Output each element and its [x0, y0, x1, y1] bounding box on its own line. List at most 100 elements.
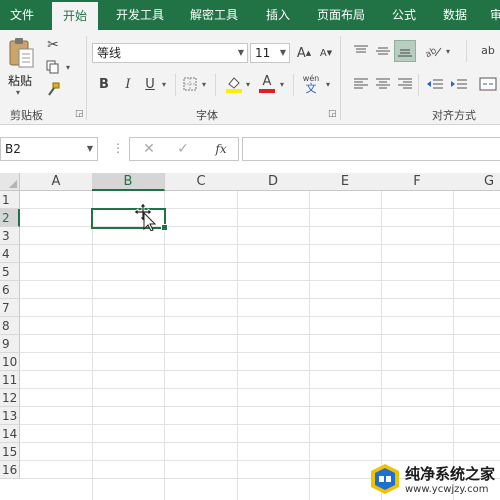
- watermark-url: www.ycwjzy.com: [405, 484, 489, 495]
- chevron-down-icon[interactable]: ▾: [162, 80, 166, 89]
- row-header-2[interactable]: 2: [0, 209, 20, 227]
- chevron-down-icon[interactable]: ▾: [16, 88, 20, 97]
- phonetic-bottom: 文: [305, 81, 317, 95]
- clipboard-group-label: 剪贴板: [10, 109, 43, 122]
- move-cursor-icon: [133, 202, 160, 234]
- column-header-a[interactable]: A: [20, 173, 93, 191]
- align-left-icon[interactable]: [352, 76, 370, 92]
- chevron-down-icon[interactable]: ▾: [326, 80, 330, 89]
- align-top-icon[interactable]: [352, 42, 370, 60]
- row-header-6[interactable]: 6: [0, 281, 20, 299]
- row-gridline: [20, 334, 500, 335]
- enter-icon[interactable]: ✓: [174, 140, 192, 158]
- shrink-font-icon[interactable]: A ▼: [318, 43, 334, 63]
- tab-decrypt-tools[interactable]: 解密工具: [182, 0, 246, 30]
- row-header-13[interactable]: 13: [0, 407, 20, 425]
- align-right-icon[interactable]: [396, 76, 414, 92]
- worksheet-grid[interactable]: ABCDEFG 1 2 3 4 5 6 7 8 9 10 11 12 13 14 15 16: [0, 173, 500, 500]
- column-header-e[interactable]: E: [309, 173, 382, 191]
- tab-page-layout[interactable]: 页面布局: [308, 0, 374, 30]
- row-header-14[interactable]: 14: [0, 425, 20, 443]
- align-bottom-icon[interactable]: [394, 40, 416, 62]
- select-all-button[interactable]: [0, 173, 20, 191]
- grow-font-icon[interactable]: A ▲: [296, 43, 312, 63]
- font-name-select[interactable]: 等线 ▼: [92, 43, 248, 63]
- merge-center-icon[interactable]: [478, 76, 498, 92]
- tab-review[interactable]: 审: [484, 0, 500, 30]
- tab-file[interactable]: 文件: [0, 0, 44, 30]
- orientation-icon[interactable]: ab: [424, 42, 444, 60]
- format-painter-icon[interactable]: [44, 80, 62, 98]
- row-header-1[interactable]: 1: [0, 191, 20, 209]
- row-header-3[interactable]: 3: [0, 227, 20, 245]
- column-gridline: [453, 191, 454, 500]
- column-gridline: [309, 191, 310, 500]
- cancel-icon[interactable]: ✕: [140, 140, 158, 158]
- column-header-b[interactable]: B: [92, 173, 165, 191]
- drag-handle-icon[interactable]: ⋮: [112, 141, 124, 155]
- wrap-text-icon[interactable]: ab: [478, 40, 498, 60]
- align-center-icon[interactable]: [374, 76, 392, 92]
- cut-icon[interactable]: ✂: [44, 36, 62, 54]
- bold-button[interactable]: B: [96, 74, 112, 94]
- chevron-down-icon[interactable]: ▾: [202, 80, 206, 89]
- row-header-12[interactable]: 12: [0, 389, 20, 407]
- wrap-text-glyph: ab: [481, 43, 495, 57]
- dialog-launcher-icon[interactable]: ◲: [75, 109, 84, 119]
- decrease-indent-icon[interactable]: [426, 76, 444, 92]
- tab-data[interactable]: 数据: [434, 0, 476, 30]
- group-divider: [340, 36, 341, 120]
- svg-text:ab: ab: [425, 46, 439, 58]
- row-header-16[interactable]: 16: [0, 461, 20, 479]
- align-middle-icon[interactable]: [374, 42, 392, 60]
- borders-icon[interactable]: [182, 76, 198, 92]
- font-color-icon[interactable]: A: [258, 74, 276, 94]
- row-header-15[interactable]: 15: [0, 443, 20, 461]
- fill-color-icon[interactable]: [224, 74, 244, 94]
- dialog-launcher-icon[interactable]: ◲: [328, 109, 337, 119]
- phonetic-icon[interactable]: wén 文: [300, 72, 322, 96]
- divider: [466, 40, 467, 62]
- row-gridline: [20, 388, 500, 389]
- column-header-g[interactable]: G: [453, 173, 500, 191]
- chevron-down-icon[interactable]: ▾: [246, 80, 250, 89]
- row-header-8[interactable]: 8: [0, 317, 20, 335]
- font-size-select[interactable]: 11 ▼: [250, 43, 290, 63]
- tab-formulas[interactable]: 公式: [384, 0, 424, 30]
- row-header-5[interactable]: 5: [0, 263, 20, 281]
- watermark-logo: [371, 464, 399, 494]
- chevron-down-icon[interactable]: ▾: [280, 80, 284, 89]
- tab-home[interactable]: 开始: [52, 2, 98, 30]
- italic-button[interactable]: I: [120, 74, 136, 94]
- row-header-11[interactable]: 11: [0, 371, 20, 389]
- row-header-9[interactable]: 9: [0, 335, 20, 353]
- increase-indent-icon[interactable]: [450, 76, 468, 92]
- paste-label[interactable]: 粘贴: [8, 72, 32, 89]
- underline-button[interactable]: U: [142, 74, 158, 94]
- column-header-d[interactable]: D: [237, 173, 310, 191]
- chevron-down-icon[interactable]: ▾: [446, 47, 450, 56]
- column-gridline: [237, 191, 238, 500]
- formula-bar: B2 ▼ ⋮ ✕ ✓ fx: [0, 125, 500, 173]
- group-divider: [86, 36, 87, 120]
- row-gridline: [20, 262, 500, 263]
- formula-input[interactable]: [242, 137, 500, 161]
- chevron-down-icon[interactable]: ▾: [66, 63, 70, 72]
- divider: [215, 74, 216, 96]
- column-header-f[interactable]: F: [381, 173, 454, 191]
- name-box[interactable]: B2 ▼: [0, 137, 98, 161]
- row-header-10[interactable]: 10: [0, 353, 20, 371]
- tab-insert[interactable]: 插入: [258, 0, 298, 30]
- divider: [293, 74, 294, 96]
- paste-icon[interactable]: [6, 36, 36, 70]
- divider: [175, 74, 176, 96]
- tab-developer[interactable]: 开发工具: [108, 0, 172, 30]
- row-header-7[interactable]: 7: [0, 299, 20, 317]
- row-gridline: [20, 244, 500, 245]
- row-gridline: [20, 406, 500, 407]
- insert-function-icon[interactable]: fx: [210, 140, 232, 158]
- column-gridline: [92, 191, 93, 500]
- row-header-4[interactable]: 4: [0, 245, 20, 263]
- column-header-c[interactable]: C: [165, 173, 238, 191]
- copy-icon[interactable]: [44, 58, 62, 76]
